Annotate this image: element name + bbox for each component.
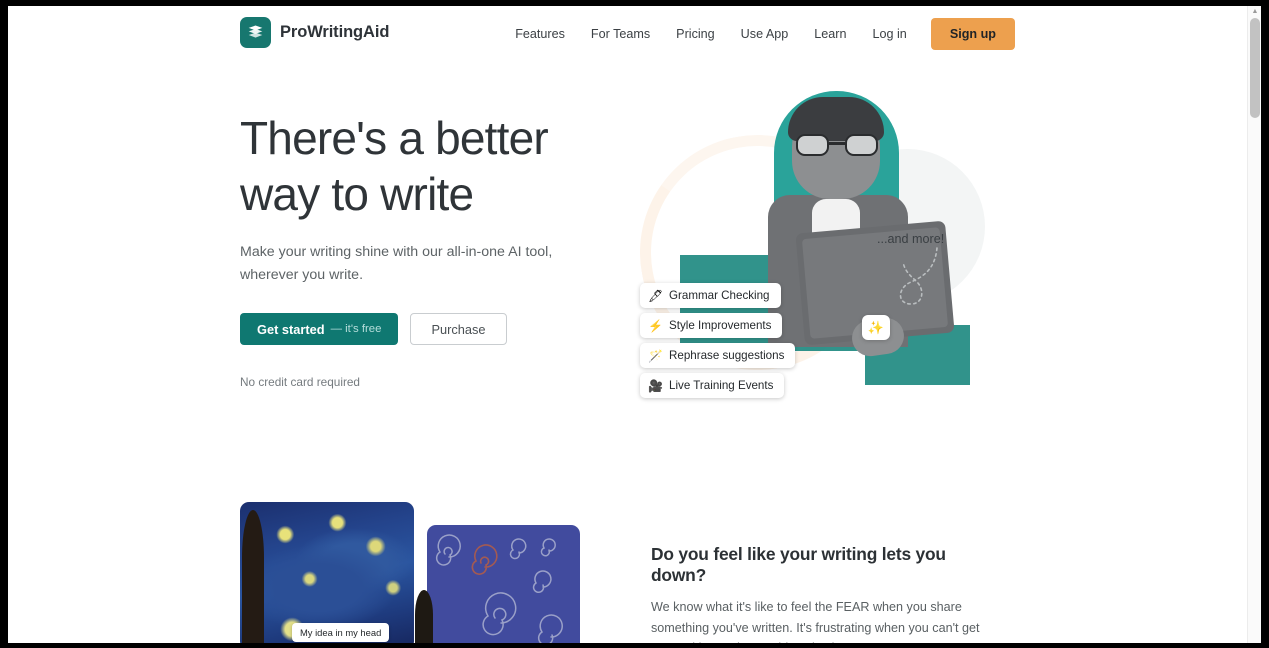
get-started-label: Get started bbox=[257, 321, 325, 337]
hero-illustration: 🖋 Grammar Checking ⚡ Style Improvements … bbox=[621, 87, 1015, 447]
feature-chip-label: Grammar Checking bbox=[669, 289, 770, 302]
purchase-button[interactable]: Purchase bbox=[410, 313, 507, 345]
scroll-up-arrow-icon[interactable]: ▲ bbox=[1251, 8, 1259, 16]
nav-item-pricing[interactable]: Pricing bbox=[663, 21, 728, 47]
lower-section-body: We know what it's like to feel the FEAR … bbox=[651, 600, 980, 643]
sign-up-button[interactable]: Sign up bbox=[930, 18, 1015, 50]
feature-chip-label: Live Training Events bbox=[669, 379, 774, 392]
sparkles-icon: ✨ bbox=[862, 315, 890, 340]
nav-item-for-teams[interactable]: For Teams bbox=[578, 21, 663, 47]
quill-icon: 🖋 bbox=[648, 288, 664, 303]
hero-inner: There's a better way to write Make your … bbox=[240, 62, 1015, 482]
and-more-label: ...and more! bbox=[877, 232, 945, 246]
and-more-annotation: ...and more! bbox=[877, 230, 945, 305]
dotted-curved-arrow-icon bbox=[899, 247, 938, 305]
page-scrollbar[interactable]: ▲ bbox=[1247, 6, 1261, 643]
magic-wand-icon: 🪄 bbox=[648, 348, 663, 363]
feature-chip-label: Rephrase suggestions bbox=[669, 349, 785, 362]
hero-actions: Get started — it's free Purchase bbox=[240, 313, 585, 345]
lower-section: My idea in my head Do you feel like your… bbox=[8, 482, 1247, 643]
page-viewport: ProWritingAid Features For Teams Pricing… bbox=[8, 6, 1261, 643]
lower-copy: Do you feel like your writing lets you d… bbox=[651, 544, 1003, 643]
glasses-bridge bbox=[829, 142, 845, 145]
nav-item-log-in[interactable]: Log in bbox=[860, 21, 920, 47]
doodle-spirals-icon bbox=[435, 534, 563, 643]
movie-camera-icon: 🎥 bbox=[648, 378, 663, 393]
feature-chip-rephrase-suggestions: 🪄 Rephrase suggestions bbox=[640, 343, 796, 368]
feature-chip-style-improvements: ⚡ Style Improvements bbox=[640, 313, 783, 338]
glasses-icon bbox=[796, 134, 878, 156]
hero-subtitle: Make your writing shine with our all-in-… bbox=[240, 244, 553, 283]
hero-copy: There's a better way to write Make your … bbox=[240, 110, 585, 389]
browser-frame: ProWritingAid Features For Teams Pricing… bbox=[0, 0, 1269, 648]
get-started-button[interactable]: Get started — it's free bbox=[240, 313, 399, 345]
glasses-lens-right bbox=[845, 134, 878, 156]
hero-title: There's a better way to write bbox=[240, 112, 549, 220]
artwork-caption: My idea in my head bbox=[292, 623, 390, 642]
brand-logo-link[interactable]: ProWritingAid bbox=[240, 17, 389, 48]
feature-chip-grammar-checking: 🖋 Grammar Checking bbox=[640, 283, 781, 308]
page-content: ProWritingAid Features For Teams Pricing… bbox=[8, 6, 1247, 643]
nav-item-features[interactable]: Features bbox=[502, 21, 578, 47]
feature-chip-live-training-events: 🎥 Live Training Events bbox=[640, 373, 785, 398]
brand-name: ProWritingAid bbox=[280, 23, 390, 41]
lower-section-title: Do you feel like your writing lets you d… bbox=[651, 544, 946, 585]
no-credit-card-note: No credit card required bbox=[240, 375, 360, 389]
get-started-suffix: — it's free bbox=[330, 323, 382, 335]
prowritingaid-book-logo-icon bbox=[240, 17, 271, 48]
glasses-lens-left bbox=[796, 134, 829, 156]
header-inner: ProWritingAid Features For Teams Pricing… bbox=[240, 6, 1015, 62]
doodle-cypress-tree bbox=[415, 590, 433, 643]
main-navigation: Features For Teams Pricing Use App Learn… bbox=[502, 6, 1015, 62]
lightning-bolt-icon: ⚡ bbox=[648, 318, 663, 333]
feature-chip-list: 🖋 Grammar Checking ⚡ Style Improvements … bbox=[640, 283, 870, 403]
site-header: ProWritingAid Features For Teams Pricing… bbox=[8, 6, 1247, 62]
feature-chip-label: Style Improvements bbox=[669, 319, 772, 332]
starry-night-artwork: My idea in my head bbox=[240, 502, 414, 643]
starry-night-cypress-tree bbox=[242, 510, 264, 643]
scrollbar-thumb[interactable] bbox=[1250, 18, 1260, 118]
nav-item-learn[interactable]: Learn bbox=[801, 21, 859, 47]
nav-item-use-app[interactable]: Use App bbox=[728, 21, 802, 47]
lower-inner: My idea in my head Do you feel like your… bbox=[240, 482, 1015, 643]
doodle-artwork-card bbox=[427, 525, 580, 643]
hero-section: There's a better way to write Make your … bbox=[8, 62, 1247, 482]
